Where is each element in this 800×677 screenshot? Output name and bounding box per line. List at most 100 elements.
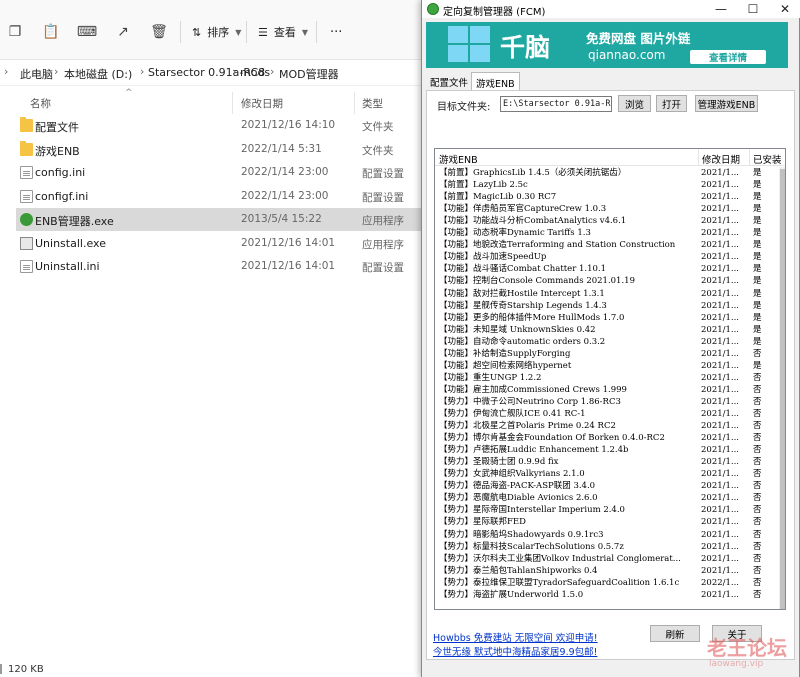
- column-enb-name[interactable]: 游戏ENB: [439, 152, 478, 166]
- enb-date: 2021/1...: [701, 529, 740, 540]
- enb-installed: 是: [753, 288, 762, 299]
- fcm-window: 定向复制管理器 (FCM) — ☐ ✕ 千脑 免费网盘 图片外链 qiannao…: [421, 0, 800, 677]
- breadcrumb-this-pc[interactable]: 此电脑: [20, 66, 53, 82]
- column-type[interactable]: 类型: [362, 96, 383, 111]
- ad-link-furniture[interactable]: 今世无缘 默式地中海精品家居9.9包邮!: [433, 644, 597, 658]
- enb-list-row[interactable]: 【势力】中微子公司Neutrino Corp 1.86-RC3 2021/1...…: [435, 396, 779, 408]
- fcm-titlebar[interactable]: 定向复制管理器 (FCM) — ☐ ✕: [422, 0, 800, 18]
- about-button[interactable]: 关于: [712, 625, 762, 642]
- enb-date: 2021/1...: [701, 300, 740, 311]
- enb-list-row[interactable]: 【势力】星际帝国Interstellar Imperium 2.4.0 2021/…: [435, 504, 779, 516]
- column-modified-date[interactable]: 修改日期: [702, 152, 740, 166]
- enb-list-row[interactable]: 【前置】MagicLib 0.30 RC7 2021/1... 是: [435, 191, 779, 203]
- column-date[interactable]: 修改日期: [241, 96, 283, 111]
- enb-date: 2021/1...: [701, 324, 740, 335]
- file-row[interactable]: ENB管理器.exe 2013/5/4 15:22 应用程序: [16, 208, 426, 231]
- maximize-button[interactable]: ☐: [740, 1, 766, 17]
- enb-list-row[interactable]: 【功能】敌对拦截Hostile Intercept 1.3.1 2021/1...…: [435, 288, 779, 300]
- enb-list-row[interactable]: 【功能】重生UNGP 1.2.2 2021/1... 否: [435, 372, 779, 384]
- view-icon: ☰: [258, 25, 268, 39]
- sort-button[interactable]: ⇅ 排序 ▼: [192, 22, 241, 42]
- file-row[interactable]: config.ini 2022/1/14 23:00 配置设置: [16, 161, 426, 184]
- column-divider[interactable]: [354, 92, 355, 114]
- file-row[interactable]: 配置文件 2021/12/16 14:10 文件夹: [16, 114, 426, 137]
- ad-link-howbbs[interactable]: Howbbs 免费建站 无限空间 欢迎申请!: [433, 630, 598, 644]
- enb-list-row[interactable]: 【功能】星舰传奇Starship Legends 1.4.3 2021/1... 是: [435, 300, 779, 312]
- enb-list-row[interactable]: 【功能】超空间检索网络hypernet 2021/1... 是: [435, 360, 779, 372]
- enb-list-row[interactable]: 【势力】伊甸流亡舰队ICE 0.41 RC-1 2021/1... 否: [435, 408, 779, 420]
- close-button[interactable]: ✕: [772, 1, 798, 17]
- scrollbar-thumb[interactable]: [780, 169, 785, 609]
- enb-list-row[interactable]: 【势力】标量科技ScalarTechSolutions 0.5.7z 2021/1…: [435, 541, 779, 553]
- view-button[interactable]: ☰ 查看 ▼: [258, 22, 308, 42]
- file-row[interactable]: Uninstall.exe 2021/12/16 14:01 应用程序: [16, 232, 426, 255]
- enb-list-row[interactable]: 【功能】补给制造SupplyForging 2021/1... 否: [435, 348, 779, 360]
- refresh-button[interactable]: 刷新: [650, 625, 700, 642]
- enb-list-row[interactable]: 【势力】德品海盗-PACK-ASP联团 3.4.0 2021/1... 否: [435, 480, 779, 492]
- enb-name: 【功能】星舰传奇Starship Legends 1.4.3: [439, 300, 607, 311]
- manage-enb-button[interactable]: 管理游戏ENB: [695, 95, 758, 112]
- desktop: ❐ 📋 ⌨ ↗ 🗑 ⇅ 排序 ▼ ☰ 查看 ▼ ··· › 此电脑 › 本地磁盘…: [0, 0, 800, 677]
- column-divider[interactable]: [698, 149, 699, 166]
- delete-icon[interactable]: 🗑: [148, 22, 170, 42]
- breadcrumb-mods[interactable]: mods: [240, 66, 270, 79]
- enb-list-row[interactable]: 【功能】控制台Console Commands 2021.01.19 2021/1…: [435, 275, 779, 287]
- file-row[interactable]: Uninstall.ini 2021/12/16 14:01 配置设置: [16, 255, 426, 278]
- breadcrumb-drive[interactable]: 本地磁盘 (D:): [64, 66, 132, 82]
- enb-list-row[interactable]: 【势力】沃尔科夫工业集团Volkov Industrial Conglomera…: [435, 553, 779, 565]
- file-row[interactable]: configf.ini 2022/1/14 23:00 配置设置: [16, 185, 426, 208]
- minimize-button[interactable]: —: [708, 1, 734, 17]
- ad-banner[interactable]: 千脑 免费网盘 图片外链 qiannao.com 查看详情: [426, 22, 788, 68]
- enb-list-row[interactable]: 【功能】战斗骚话Combat Chatter 1.10.1 2021/1... 是: [435, 263, 779, 275]
- breadcrumb-mod-manager[interactable]: MOD管理器: [279, 66, 339, 82]
- copy-icon[interactable]: ❐: [4, 22, 26, 42]
- browse-button[interactable]: 浏览: [618, 95, 651, 112]
- enb-list-row[interactable]: 【势力】博尔肯基金会Foundation Of Borken 0.4.0-RC2…: [435, 432, 779, 444]
- enb-date: 2021/1...: [701, 192, 740, 203]
- column-name[interactable]: 名称: [30, 96, 51, 111]
- enb-list-row[interactable]: 【前置】LazyLib 2.5c 2021/1... 是: [435, 179, 779, 191]
- file-row[interactable]: 游戏ENB 2022/1/14 5:31 文件夹: [16, 138, 426, 161]
- enb-list-row[interactable]: 【功能】佯虏船员军官CaptureCrew 1.0.3 2021/1... 是: [435, 203, 779, 215]
- enb-list-row[interactable]: 【势力】暗影船坞Shadowyards 0.9.1rc3 2021/1... 否: [435, 529, 779, 541]
- enb-installed: 是: [753, 312, 762, 323]
- column-divider[interactable]: [749, 149, 750, 166]
- rename-icon[interactable]: ⌨: [76, 22, 98, 42]
- enb-list-row[interactable]: 【势力】卢德拓展Luddic Enhancement 1.2.4b 2021/1.…: [435, 444, 779, 456]
- enb-list-row[interactable]: 【功能】地貌改造Terraforming and Station Constru…: [435, 239, 779, 251]
- enb-name: 【前置】MagicLib 0.30 RC7: [439, 192, 557, 203]
- open-button[interactable]: 打开: [656, 95, 687, 112]
- enb-name: 【功能】战斗加速SpeedUp: [439, 252, 547, 263]
- enb-list-row[interactable]: 【势力】女武神组织Valkyrians 2.1.0 2021/1... 否: [435, 468, 779, 480]
- column-installed[interactable]: 已安装: [753, 152, 782, 166]
- enb-list-row[interactable]: 【功能】未知星域 UnknownSkies 0.42 2021/1... 是: [435, 324, 779, 336]
- enb-date: 2021/1...: [701, 240, 740, 251]
- enb-list-row[interactable]: 【功能】自动命令automatic orders 0.3.2 2021/1... 是: [435, 336, 779, 348]
- enb-list-row[interactable]: 【势力】北极星之首Polaris Prime 0.24 RC2 2021/1...…: [435, 420, 779, 432]
- enb-list-row[interactable]: 【功能】战斗加速SpeedUp 2021/1... 是: [435, 251, 779, 263]
- enb-list-row[interactable]: 【势力】泰兰船包TahlanShipworks 0.4 2021/1... 否: [435, 565, 779, 577]
- banner-details-button[interactable]: 查看详情: [690, 50, 766, 64]
- view-toggle-icon[interactable]: [0, 664, 2, 674]
- share-icon[interactable]: ↗: [112, 22, 134, 42]
- enb-name: 【势力】博尔肯基金会Foundation Of Borken 0.4.0-RC2: [439, 433, 665, 444]
- enb-list[interactable]: 游戏ENB 修改日期 已安装 【前置】GraphicsLib 1.4.5（必须关…: [434, 148, 786, 610]
- enb-list-row[interactable]: 【势力】圣殿骑士团 0.9.9d fix 2021/1... 否: [435, 456, 779, 468]
- enb-list-row[interactable]: 【功能】更多的船体插件More HullMods 1.7.0 2021/1... 是: [435, 312, 779, 324]
- column-divider[interactable]: [232, 92, 233, 114]
- enb-list-row[interactable]: 【功能】动态税率Dynamic Tariffs 1.3 2021/1... 是: [435, 227, 779, 239]
- enb-list-row[interactable]: 【功能】雇主加成Commissioned Crews 1.999 2021/1..…: [435, 384, 779, 396]
- vertical-scrollbar[interactable]: [779, 167, 785, 609]
- more-options-button[interactable]: ···: [330, 22, 342, 42]
- enb-list-row[interactable]: 【势力】星际联邦FED 2021/1... 否: [435, 516, 779, 528]
- paste-icon[interactable]: 📋: [40, 22, 62, 42]
- enb-list-row[interactable]: 【势力】泰拉维保卫联盟TyradorSafeguardCoalition 1.6…: [435, 577, 779, 589]
- uninstall-exe-icon: [20, 236, 33, 250]
- tab-config-files[interactable]: 配置文件: [426, 72, 472, 90]
- target-folder-input[interactable]: E:\Starsector 0.91a-RC8\s: [500, 96, 612, 112]
- enb-list-row[interactable]: 【势力】恶魔航电Diable Avionics 2.6.0 2021/1... 否: [435, 492, 779, 504]
- tab-game-enb[interactable]: 游戏ENB: [471, 72, 520, 90]
- enb-list-row[interactable]: 【前置】GraphicsLib 1.4.5（必须关闭抗锯齿） 2021/1... 是: [435, 167, 779, 179]
- enb-list-row[interactable]: 【功能】功能战斗分析CombatAnalytics v4.6.1 2021/1..…: [435, 215, 779, 227]
- enb-list-row[interactable]: 【势力】海盗扩展Underworld 1.5.0 2021/1... 否: [435, 589, 779, 601]
